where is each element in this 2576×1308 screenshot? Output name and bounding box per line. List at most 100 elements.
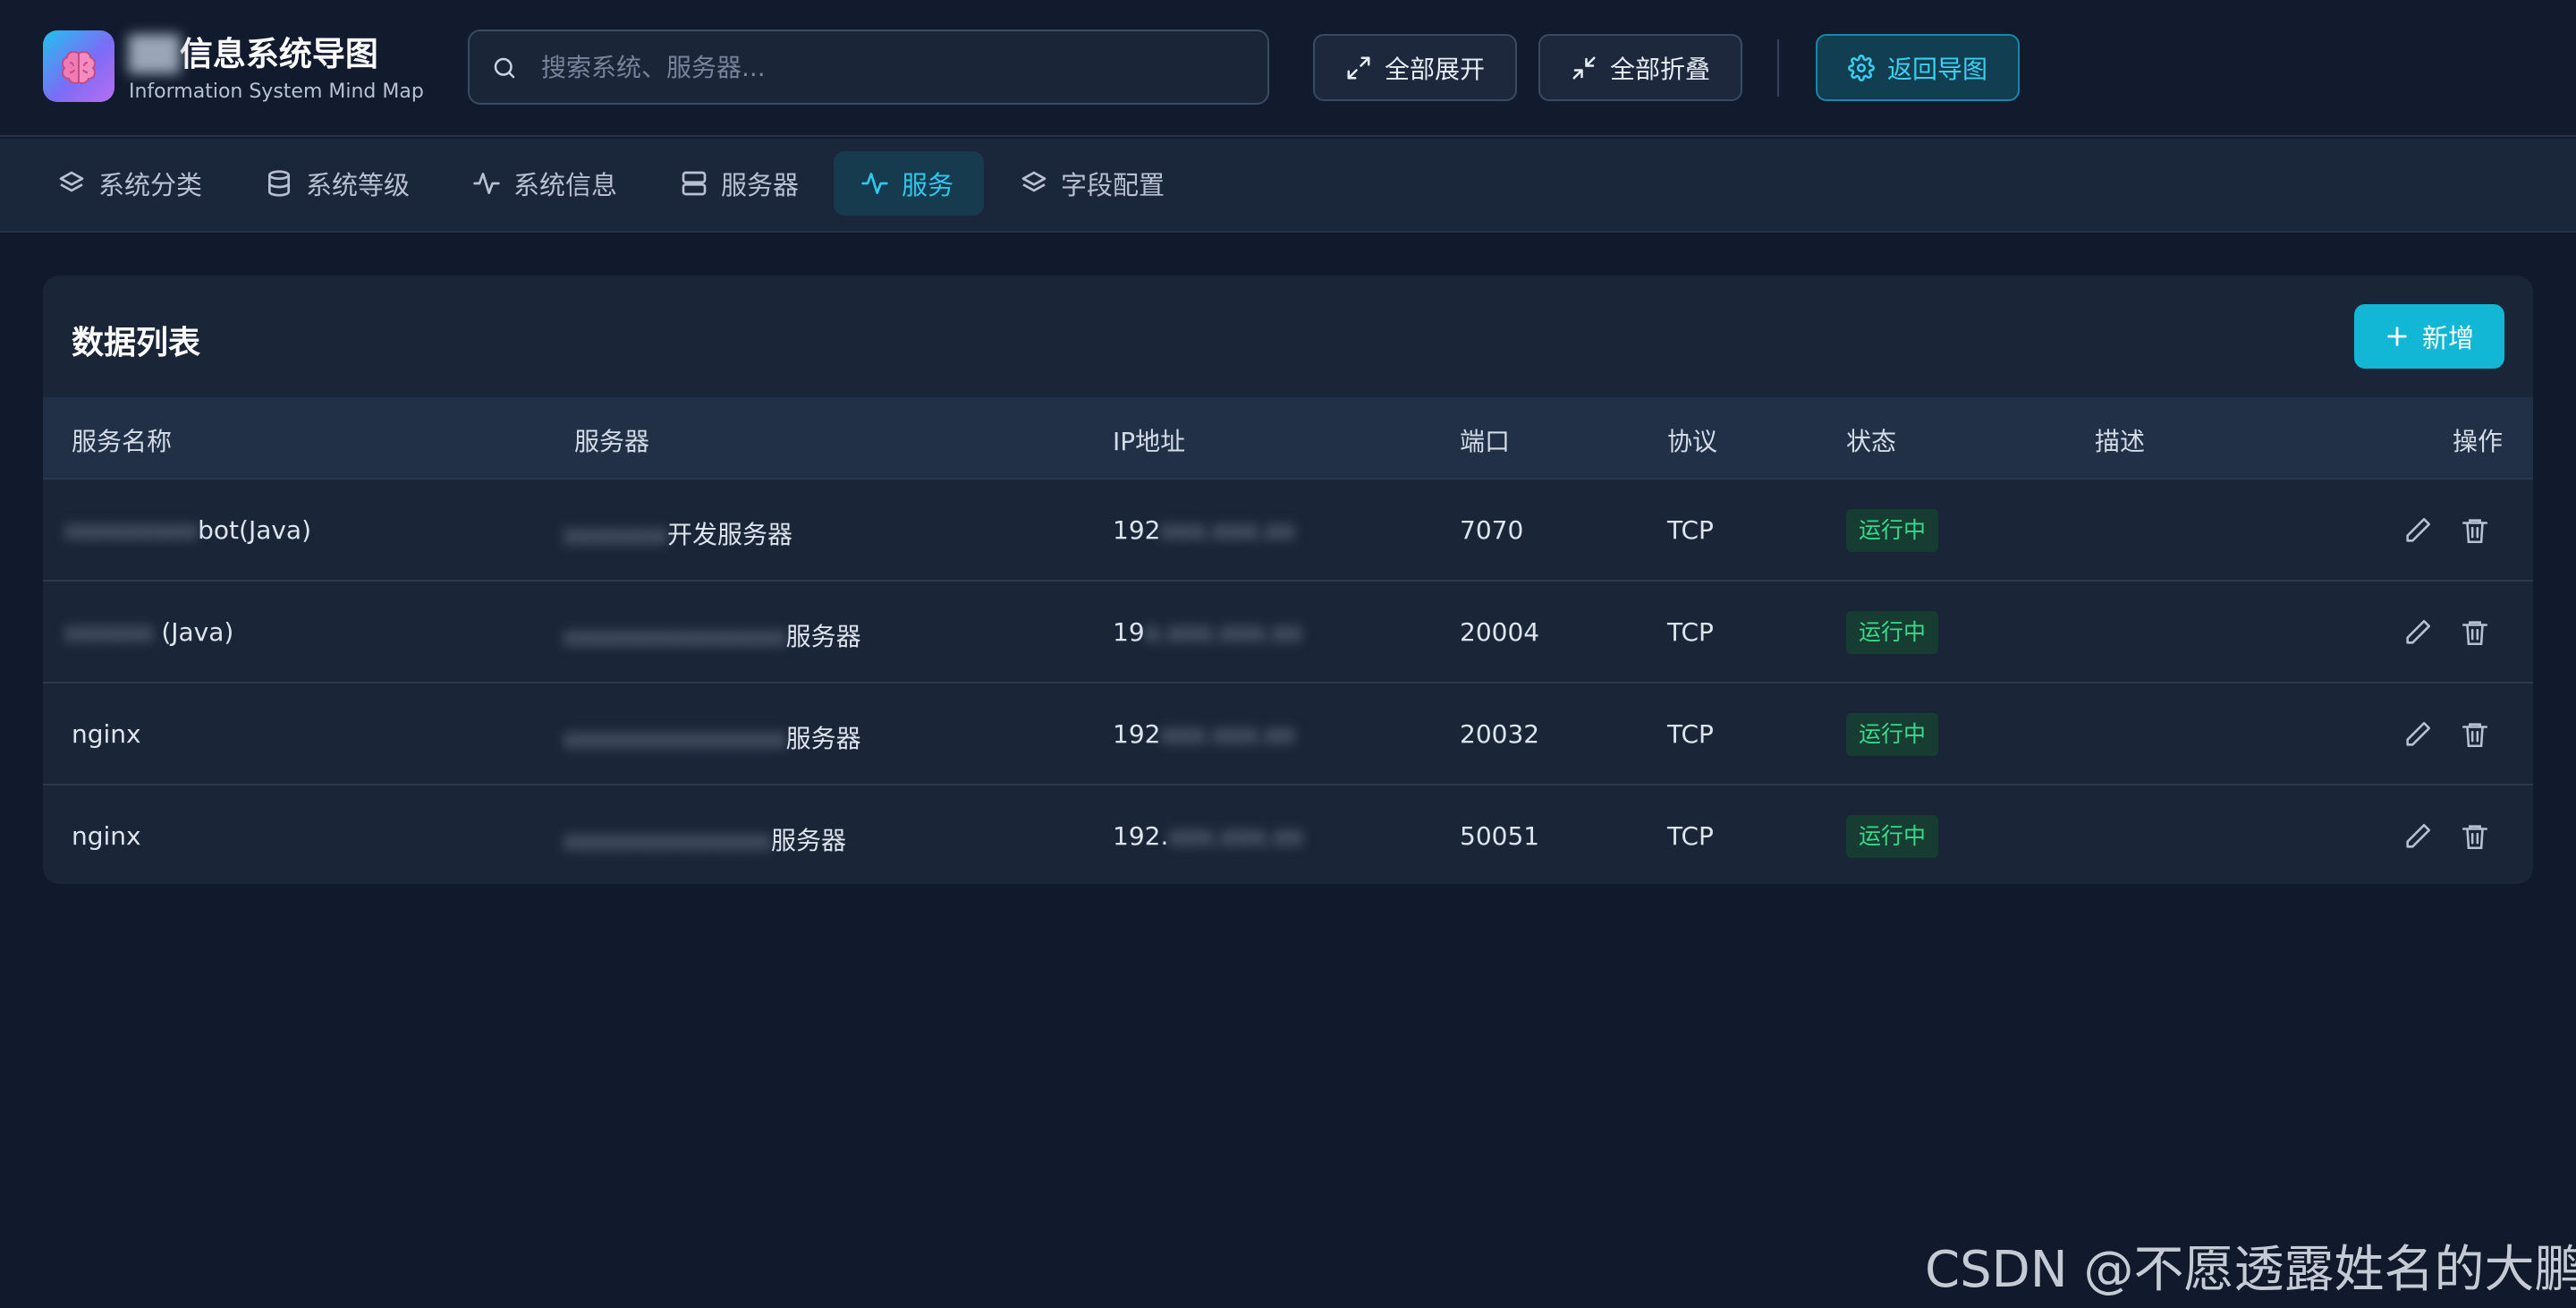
port-cell: 20032: [1460, 719, 1540, 749]
back-to-map-button[interactable]: 返回导图: [1816, 34, 2020, 101]
column-header: 端口: [1460, 427, 1511, 456]
server-cell: xxxxxxx开发服务器: [564, 515, 792, 551]
app-logo: [43, 30, 114, 102]
ip-prefix: 19: [1113, 617, 1145, 647]
server-icon: [682, 171, 707, 196]
expand-all-button[interactable]: 全部展开: [1313, 34, 1517, 101]
gear-icon: [1848, 54, 1875, 81]
service-name: nginx: [72, 719, 141, 749]
header-divider: [1777, 39, 1779, 97]
service-name: nginx: [72, 821, 141, 851]
collapse-all-label: 全部折叠: [1610, 54, 1711, 84]
tab-system-category[interactable]: 系统分类: [43, 151, 216, 216]
redacted-text: xxx.xxx.xx: [1168, 821, 1303, 851]
edit-icon[interactable]: [2402, 719, 2433, 750]
protocol-cell: TCP: [1667, 821, 1714, 851]
column-header: 操作: [2453, 427, 2504, 456]
ip-cell: 19x.xxx.xxx.xx: [1113, 617, 1301, 647]
trash-icon[interactable]: [2460, 821, 2490, 852]
server-cell: xxxxxxxxxxxxxxx服务器: [564, 617, 861, 653]
redacted-text: ██: [129, 35, 180, 73]
tab-system-level[interactable]: 系统等级: [250, 151, 424, 216]
table-row[interactable]: nginx xxxxxxxxxxxxxx服务器 192.xxx.xxx.xx 5…: [43, 784, 2533, 884]
tab-label: 服务器: [721, 170, 800, 200]
collapse-icon: [1572, 56, 1596, 79]
table-row[interactable]: nginx xxxxxxxxxxxxxxx服务器 192xxx.xxx.xx 2…: [43, 682, 2533, 783]
edit-icon[interactable]: [2402, 821, 2433, 852]
tab-service[interactable]: 服务: [834, 151, 984, 216]
search-icon: [494, 57, 515, 79]
database-icon: [268, 170, 290, 197]
tab-field-config[interactable]: 字段配置: [1005, 151, 1179, 216]
ip-prefix: 192.: [1113, 821, 1169, 851]
tab-server[interactable]: 服务器: [665, 151, 813, 216]
service-name: bot(Java): [198, 515, 312, 545]
trash-icon[interactable]: [2460, 515, 2490, 546]
ip-prefix: 192: [1113, 719, 1161, 749]
watermark-text: CSDN @不愿透露姓名的大鹏: [1925, 1241, 2576, 1299]
layers-icon: [59, 171, 84, 192]
service-name: (Java): [161, 617, 234, 647]
status-badge: 运行中: [1846, 713, 1939, 756]
service-name-cell: xxxxxxxxxbot(Java): [64, 515, 311, 545]
server-name: 服务器: [785, 724, 861, 753]
server-cell: xxxxxxxxxxxxxx服务器: [564, 821, 846, 857]
redacted-text: xxxxxxxxxxxxxxx: [564, 724, 786, 753]
activity-icon: [861, 173, 888, 194]
layers-icon: [1021, 171, 1046, 192]
column-header: 服务名称: [72, 427, 173, 456]
edit-icon[interactable]: [2402, 515, 2433, 546]
app-title-text: 信息系统导图: [179, 35, 378, 73]
expand-icon: [1347, 56, 1370, 79]
activity-icon: [473, 173, 500, 194]
redacted-text: xxx.xxx.xx: [1160, 515, 1295, 545]
add-button[interactable]: 新增: [2354, 304, 2504, 369]
service-name-cell: nginx: [72, 719, 141, 749]
redacted-text: xxxxxxx: [564, 520, 667, 549]
column-header: 描述: [2095, 427, 2146, 456]
server-name: 服务器: [785, 622, 861, 651]
tab-label: 系统分类: [98, 170, 203, 200]
protocol-cell: TCP: [1667, 719, 1714, 749]
protocol-cell: TCP: [1667, 617, 1714, 647]
table-row[interactable]: xxxxxx (Java) xxxxxxxxxxxxxxx服务器 19x.xxx…: [43, 580, 2533, 681]
app-title-block: ██信息系统导图 Information System Mind Map: [129, 30, 424, 106]
app-header: ██信息系统导图 Information System Mind Map 全部展…: [0, 0, 2576, 137]
redacted-text: xxxxxxxxxxxxxx: [564, 826, 771, 855]
column-header: IP地址: [1113, 427, 1186, 456]
column-header: 服务器: [574, 427, 650, 456]
server-name: 服务器: [770, 826, 846, 855]
card-title: 数据列表: [72, 325, 201, 361]
tab-label: 服务: [902, 170, 954, 200]
protocol-cell: TCP: [1667, 515, 1714, 545]
column-header: 状态: [1846, 427, 1897, 456]
tab-system-info[interactable]: 系统信息: [458, 151, 631, 216]
server-cell: xxxxxxxxxxxxxxx服务器: [564, 719, 861, 755]
trash-icon[interactable]: [2460, 617, 2490, 648]
expand-all-label: 全部展开: [1385, 54, 1486, 84]
status-badge: 运行中: [1846, 509, 1939, 552]
tab-label: 字段配置: [1061, 170, 1165, 200]
collapse-all-button[interactable]: 全部折叠: [1538, 34, 1742, 101]
table-row[interactable]: xxxxxxxxxbot(Java) xxxxxxx开发服务器 192xxx.x…: [43, 478, 2533, 579]
ip-cell: 192.xxx.xxx.xx: [1113, 821, 1303, 851]
redacted-text: xxxxxxxxx: [64, 515, 199, 545]
edit-icon[interactable]: [2402, 617, 2433, 648]
table-header: 服务名称 服务器 IP地址 端口 协议 状态 描述 操作: [43, 397, 2533, 478]
tab-label: 系统等级: [306, 170, 411, 200]
trash-icon[interactable]: [2460, 719, 2490, 750]
port-cell: 20004: [1460, 617, 1540, 647]
redacted-text: xxx.xxx.xx: [1160, 719, 1295, 749]
back-to-map-label: 返回导图: [1887, 54, 1988, 84]
add-button-label: 新增: [2421, 325, 2474, 353]
search-input[interactable]: [541, 31, 1248, 103]
port-cell: 7070: [1460, 515, 1524, 545]
column-header: 协议: [1667, 427, 1718, 456]
service-name-cell: xxxxxx (Java): [64, 617, 233, 647]
status-badge: 运行中: [1846, 815, 1939, 858]
ip-prefix: 192: [1113, 515, 1161, 545]
status-badge: 运行中: [1846, 611, 1939, 654]
search-box[interactable]: [468, 30, 1269, 105]
brain-icon: [61, 50, 97, 85]
ip-cell: 192xxx.xxx.xx: [1113, 515, 1295, 545]
